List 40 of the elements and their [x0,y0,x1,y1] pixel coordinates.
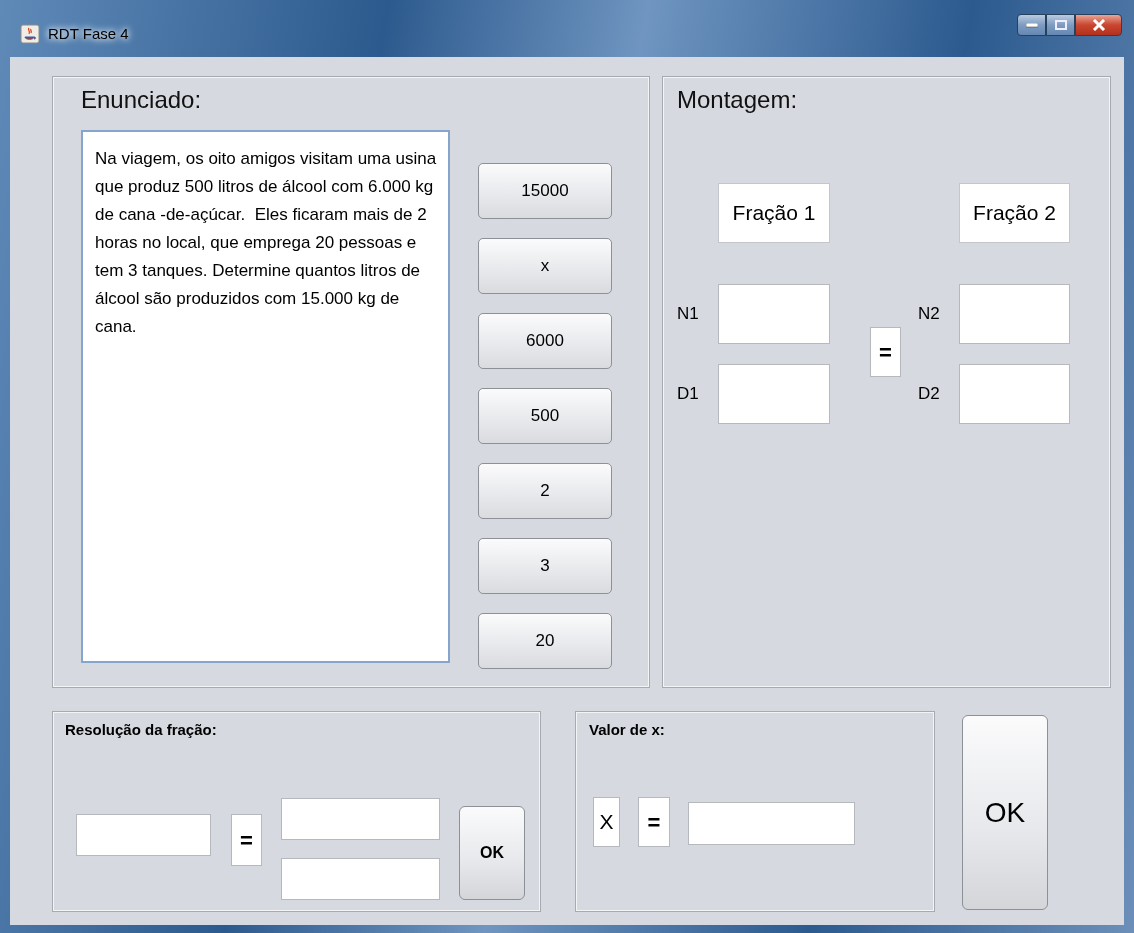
row-label: D2 [918,383,941,406]
row-label: N2 [918,303,941,326]
value-button[interactable]: 20 [478,613,612,669]
x-label: X [593,797,620,847]
row-label: N1 [677,303,700,326]
fraction-label: Fração 2 [959,183,1070,243]
panel-title: Valor de x: [589,720,665,740]
ok-button[interactable]: OK [459,806,525,900]
input-field[interactable] [76,814,211,856]
minimize-icon [1025,22,1038,28]
input-field[interactable] [959,364,1070,424]
problem-text-area[interactable]: Na viagem, os oito amigos visitam uma usina que produz 500 litros de álcool com 6.000 kg de cana -de-açúcar. Eles ficaram mais de 2 horas no local, que emprega 20 pessoas e tem 3 tanques. Determine quantos litros de álcool são produzidos com 15.000 kg de cana. [81,130,450,663]
value-button[interactable]: 500 [478,388,612,444]
close-icon [1091,19,1106,31]
numerator-field[interactable] [281,798,440,840]
ok-button[interactable]: OK [962,715,1048,910]
value-button[interactable]: 3 [478,538,612,594]
minimize-button[interactable] [1017,14,1046,36]
row-label: D1 [677,383,700,406]
value-button[interactable]: 15000 [478,163,612,219]
panel-title: Resolução da fração: [65,720,217,740]
input-field[interactable] [959,284,1070,344]
equals-sign: = [231,814,262,866]
value-button[interactable]: 6000 [478,313,612,369]
panel-title: Montagem: [677,85,798,115]
window-title: RDT Fase 4 [48,24,129,44]
fraction-label: Fração 1 [718,183,830,243]
value-button[interactable]: 2 [478,463,612,519]
denominator-field[interactable] [281,858,440,900]
value-button[interactable]: x [478,238,612,294]
close-button[interactable] [1075,14,1122,36]
equals-sign: = [638,797,670,847]
app-icon [20,24,40,44]
x-value-field[interactable] [688,802,855,845]
input-field[interactable] [718,364,830,424]
panel-title: Enunciado: [81,85,202,115]
equals-sign: = [870,327,901,377]
maximize-icon [1054,20,1067,30]
input-field[interactable] [718,284,830,344]
maximize-button[interactable] [1046,14,1075,36]
